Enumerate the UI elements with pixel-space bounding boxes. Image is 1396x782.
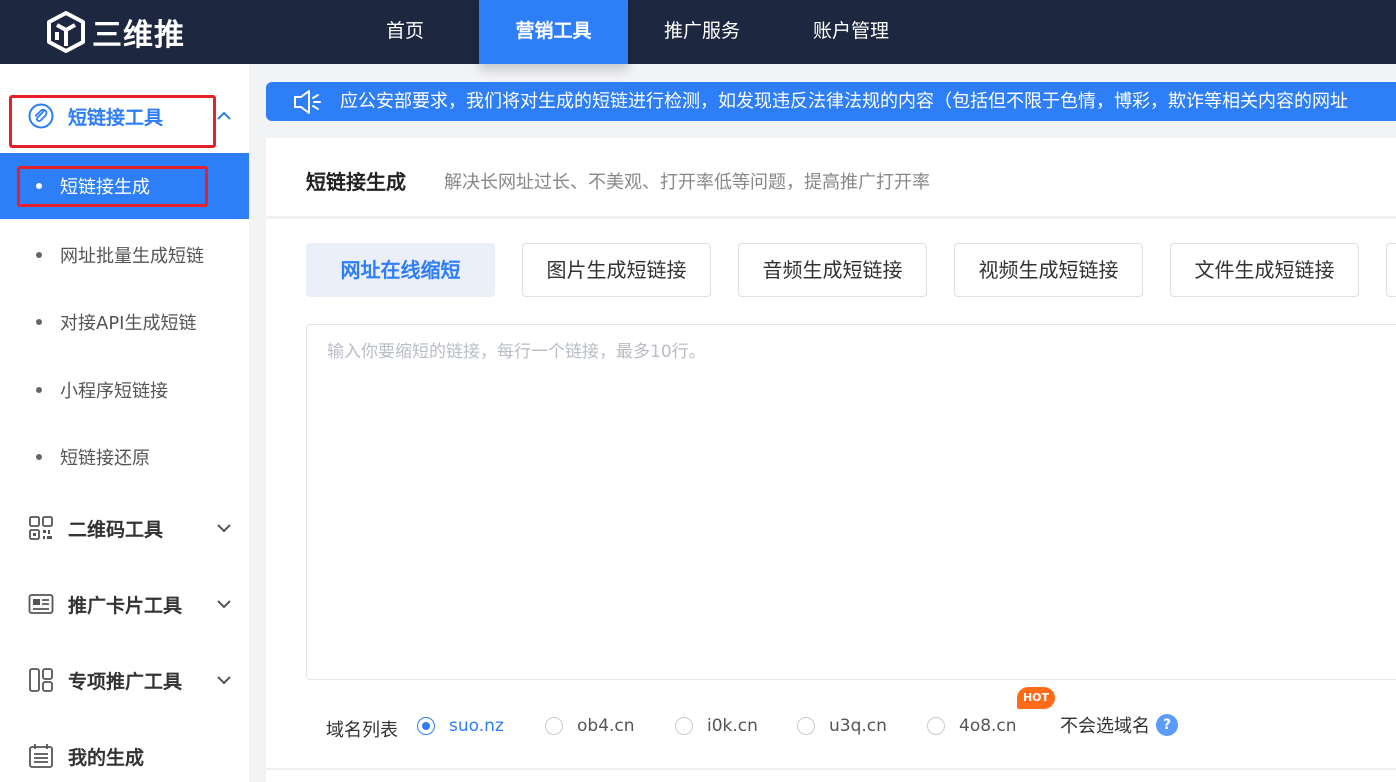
- main-panel: 短链接生成 解决长网址过长、不美观、打开率低等问题，提高推广打开率 网址在线缩短…: [266, 138, 1396, 782]
- radio-button[interactable]: [797, 717, 815, 735]
- sidebar-group-my-generated[interactable]: 我的生成: [0, 728, 249, 782]
- sidebar-item-shortlink-restore[interactable]: 短链接还原: [0, 424, 249, 490]
- tab-video-shortlink[interactable]: 视频生成短链接: [954, 243, 1143, 297]
- card-icon: [28, 594, 54, 614]
- divider: [266, 216, 1396, 219]
- sidebar-group-qrcode-tools[interactable]: 二维码工具: [0, 500, 249, 556]
- logo-cube-icon: [47, 11, 85, 53]
- sidebar-item-label: 短链接生成: [60, 177, 150, 198]
- layout-icon: [29, 668, 53, 692]
- bullet-dot: [36, 319, 42, 325]
- sidebar-item-label: 对接API生成短链: [60, 313, 197, 334]
- sidebar-group-label: 专项推广工具: [68, 670, 183, 693]
- nav-marketing-tools[interactable]: 营销工具: [479, 0, 628, 64]
- page-title: 短链接生成: [306, 170, 406, 194]
- sidebar: 短链接工具 短链接生成 网址批量生成短链 对接API生成短链 小程序短链接 短链…: [0, 64, 249, 782]
- sidebar-item-shortlink-generate[interactable]: 短链接生成: [0, 153, 249, 219]
- bullet-dot: [36, 454, 42, 460]
- page-subtitle: 解决长网址过长、不美观、打开率低等问题，提高推广打开率: [444, 172, 930, 193]
- tab-audio-shortlink[interactable]: 音频生成短链接: [738, 243, 927, 297]
- sidebar-item-api-generate[interactable]: 对接API生成短链: [0, 289, 249, 355]
- domain-option-4o8-cn[interactable]: 4o8.cn: [927, 714, 1017, 738]
- domain-option-u3q-cn[interactable]: u3q.cn: [797, 714, 887, 738]
- sidebar-item-miniprogram-link[interactable]: 小程序短链接: [0, 357, 249, 423]
- domain-option-i0k-cn[interactable]: i0k.cn: [675, 714, 758, 738]
- domain-option-label: ob4.cn: [577, 716, 635, 736]
- domain-option-ob4-cn[interactable]: ob4.cn: [545, 714, 635, 738]
- sidebar-group-label: 二维码工具: [68, 518, 164, 541]
- url-input[interactable]: [306, 324, 1396, 680]
- domain-option-label: i0k.cn: [707, 716, 758, 736]
- divider: [266, 768, 1396, 770]
- sidebar-item-label: 短链接还原: [60, 448, 150, 469]
- tab-url-shorten[interactable]: 网址在线缩短: [306, 243, 495, 297]
- chevron-up-icon[interactable]: [214, 106, 234, 126]
- domain-option-suo-nz[interactable]: suo.nz: [417, 714, 504, 738]
- chevron-down-icon[interactable]: [214, 594, 234, 614]
- qrcode-icon: [29, 516, 53, 540]
- notice-text: 应公安部要求，我们将对生成的短链进行检测，如发现违反法律法规的内容（包括但不限于…: [340, 91, 1348, 112]
- hot-badge: HOT: [1017, 687, 1055, 709]
- nav-home[interactable]: 首页: [358, 0, 452, 64]
- top-navbar: 三维推 首页 营销工具 推广服务 账户管理: [0, 0, 1396, 64]
- radio-button[interactable]: [675, 717, 693, 735]
- tab-more[interactable]: [1386, 243, 1396, 297]
- bullet-dot: [36, 183, 42, 189]
- radio-button[interactable]: [545, 717, 563, 735]
- sidebar-group-card-tools[interactable]: 推广卡片工具: [0, 576, 249, 632]
- paperclip-icon: [28, 103, 54, 129]
- nav-account-management[interactable]: 账户管理: [795, 0, 907, 64]
- sidebar-group-special-tools[interactable]: 专项推广工具: [0, 652, 249, 708]
- sidebar-group-label: 短链接工具: [68, 106, 164, 129]
- notice-bar: 应公安部要求，我们将对生成的短链进行检测，如发现违反法律法规的内容（包括但不限于…: [266, 82, 1396, 121]
- domain-option-label: 4o8.cn: [959, 716, 1017, 736]
- sidebar-group-label: 推广卡片工具: [68, 594, 183, 617]
- sidebar-item-batch-generate[interactable]: 网址批量生成短链: [0, 222, 249, 288]
- domain-option-label: u3q.cn: [829, 716, 887, 736]
- sidebar-group-shortlink-tools[interactable]: 短链接工具: [0, 88, 249, 144]
- brand-name: 三维推: [92, 18, 185, 53]
- radio-button[interactable]: [927, 717, 945, 735]
- question-icon[interactable]: ?: [1156, 714, 1178, 736]
- speaker-icon: [294, 90, 321, 114]
- radio-button[interactable]: [417, 717, 435, 735]
- domain-list-label: 域名列表: [326, 720, 398, 741]
- domain-help[interactable]: 不会选域名 ?: [1060, 712, 1178, 738]
- chevron-down-icon[interactable]: [214, 670, 234, 690]
- tab-image-shortlink[interactable]: 图片生成短链接: [522, 243, 711, 297]
- tab-file-shortlink[interactable]: 文件生成短链接: [1170, 243, 1359, 297]
- domain-option-label: suo.nz: [449, 716, 504, 736]
- sidebar-item-label: 小程序短链接: [60, 381, 168, 402]
- domain-help-text[interactable]: 不会选域名: [1060, 712, 1150, 738]
- nav-promotion-services[interactable]: 推广服务: [646, 0, 758, 64]
- brand-logo[interactable]: 三维推: [44, 10, 185, 54]
- sidebar-item-label: 网址批量生成短链: [60, 246, 204, 267]
- calendar-icon: [29, 744, 53, 768]
- bullet-dot: [36, 387, 42, 393]
- sidebar-group-label: 我的生成: [68, 746, 145, 769]
- bullet-dot: [36, 252, 42, 258]
- chevron-down-icon[interactable]: [214, 518, 234, 538]
